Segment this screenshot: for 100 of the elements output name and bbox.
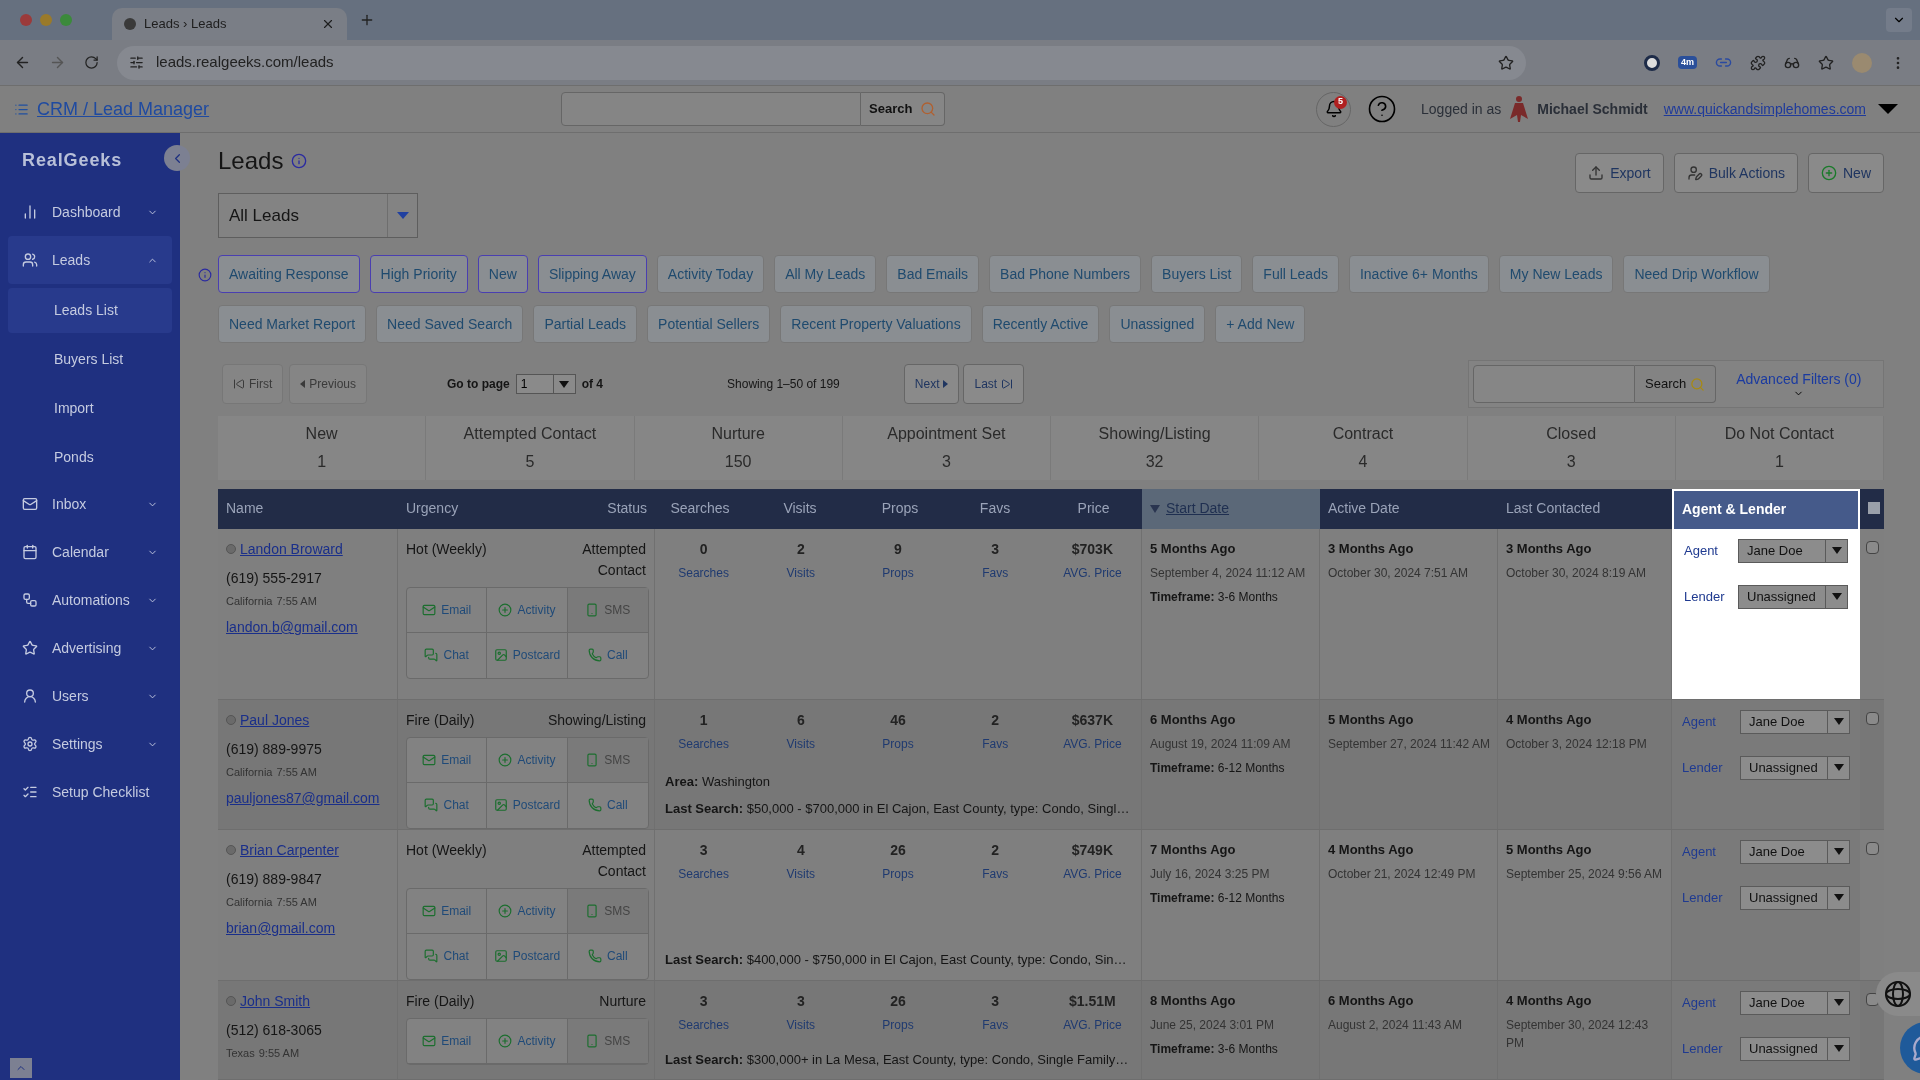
stage-summary[interactable]: Showing/Listing 32 xyxy=(1051,416,1260,480)
lead-action-button[interactable]: Chat xyxy=(407,933,488,979)
filter-chip[interactable]: Inactive 6+ Months xyxy=(1348,255,1489,293)
info-icon[interactable] xyxy=(198,268,212,282)
filter-chip[interactable]: New xyxy=(477,255,528,293)
lead-action-button[interactable]: Email xyxy=(407,1018,488,1064)
close-icon[interactable] xyxy=(321,17,335,31)
lead-action-button[interactable]: Call xyxy=(567,933,648,979)
lead-action-button[interactable]: Postcard xyxy=(487,782,568,828)
sidebar-item[interactable]: Setup Checklist xyxy=(8,768,172,816)
star-icon[interactable] xyxy=(1818,54,1834,71)
caret-icon[interactable] xyxy=(1878,104,1898,114)
sidebar-item[interactable]: Calendar xyxy=(8,528,172,576)
extension-badge[interactable]: 4m xyxy=(1678,55,1697,70)
stage-summary[interactable]: Nurture 150 xyxy=(634,416,843,480)
agent-select[interactable]: Jane Doe xyxy=(1740,990,1850,1015)
column-header[interactable]: Props xyxy=(855,489,945,529)
lead-action-button[interactable]: Activity xyxy=(487,888,568,934)
tab-list-icon[interactable] xyxy=(1886,8,1912,32)
action-button[interactable]: Export xyxy=(1575,153,1664,193)
lender-select[interactable]: Unassigned xyxy=(1740,1036,1850,1061)
bookmark-star-icon[interactable] xyxy=(1498,54,1514,71)
filter-chip[interactable]: My New Leads xyxy=(1498,255,1614,293)
filter-chip[interactable]: Need Saved Search xyxy=(376,305,524,343)
filter-chip[interactable]: Recently Active xyxy=(981,305,1100,343)
filter-chip[interactable]: Awaiting Response xyxy=(218,255,360,293)
lead-action-button[interactable]: Call xyxy=(567,782,648,828)
row-checkbox[interactable] xyxy=(1866,540,1879,554)
sidebar-item[interactable]: Users xyxy=(8,672,172,720)
filter-chip[interactable]: High Priority xyxy=(369,255,468,293)
reload-icon[interactable] xyxy=(84,55,99,70)
sidebar-item[interactable]: Settings xyxy=(8,720,172,768)
filter-chip[interactable]: + Add New xyxy=(1215,305,1306,343)
lead-name-link[interactable]: John Smith xyxy=(240,990,311,1012)
lead-name-link[interactable]: Brian Carpenter xyxy=(240,839,339,861)
filter-chip[interactable]: All My Leads xyxy=(774,255,877,293)
agent-select[interactable]: Jane Doe xyxy=(1740,839,1850,864)
sidebar-subitem[interactable]: Buyers List xyxy=(8,337,172,382)
column-header[interactable]: Last Contacted xyxy=(1498,489,1672,529)
help-icon[interactable] xyxy=(1367,94,1398,124)
column-header[interactable]: Active Date xyxy=(1320,489,1498,529)
email-link[interactable]: landon.b@gmail.com xyxy=(226,617,397,638)
filter-chip[interactable]: Full Leads xyxy=(1252,255,1339,293)
sidebar-item[interactable]: Leads xyxy=(8,236,172,284)
sidebar-subitem[interactable]: Ponds xyxy=(8,435,172,480)
search-button[interactable]: Search xyxy=(861,92,946,126)
filter-chip[interactable]: Recent Property Valuations xyxy=(780,305,972,343)
column-header[interactable]: Name xyxy=(218,489,398,529)
page-select[interactable]: 1 xyxy=(515,374,576,394)
filter-chip[interactable]: Bad Emails xyxy=(886,255,980,293)
app-title-link[interactable]: CRM / Lead Manager xyxy=(37,95,210,123)
advanced-filters-link[interactable]: Advanced Filters (0) xyxy=(1736,369,1862,399)
column-header[interactable]: Searches xyxy=(655,489,745,529)
password-icon[interactable] xyxy=(1644,54,1660,71)
lead-action-button[interactable]: Email xyxy=(407,888,488,934)
row-checkbox[interactable] xyxy=(1866,711,1879,725)
filter-chip[interactable]: Potential Sellers xyxy=(647,305,771,343)
column-header[interactable]: Favs xyxy=(945,489,1045,529)
new-tab-icon[interactable] xyxy=(359,12,375,28)
email-link[interactable]: pauljones87@gmail.com xyxy=(226,788,397,809)
search-field[interactable] xyxy=(561,92,862,126)
lead-name-link[interactable]: Landon Broward xyxy=(240,538,343,560)
site-settings-icon[interactable] xyxy=(129,55,144,70)
agent-select[interactable]: Jane Doe xyxy=(1738,538,1848,563)
lead-action-button[interactable]: Activity xyxy=(487,737,568,783)
collapse-sidebar-button[interactable] xyxy=(164,145,190,171)
lender-select[interactable]: Unassigned xyxy=(1738,584,1848,609)
lead-action-button[interactable]: Chat xyxy=(407,632,488,678)
lead-action-button[interactable]: Call xyxy=(567,632,648,678)
sidebar-item[interactable]: Advertising xyxy=(8,624,172,672)
filter-chip[interactable]: Activity Today xyxy=(656,255,765,293)
lead-action-button[interactable]: Activity xyxy=(487,587,568,633)
back-icon[interactable] xyxy=(14,54,31,71)
sidebar-subitem[interactable]: Import xyxy=(8,386,172,431)
filter-chip[interactable]: Bad Phone Numbers xyxy=(989,255,1142,293)
lender-select[interactable]: Unassigned xyxy=(1740,885,1850,910)
puzzle-icon[interactable] xyxy=(1750,54,1766,71)
stage-summary[interactable]: Do Not Contact 1 xyxy=(1675,416,1884,480)
lead-action-button[interactable]: Chat xyxy=(407,782,488,828)
search-field[interactable] xyxy=(1473,365,1635,403)
address-bar[interactable]: leads.realgeeks.com/leads xyxy=(117,45,1526,80)
stage-summary[interactable]: Appointment Set 3 xyxy=(842,416,1051,480)
action-button[interactable]: New xyxy=(1808,153,1884,193)
scroll-up-button[interactable] xyxy=(10,1058,32,1078)
agent-select[interactable]: Jane Doe xyxy=(1740,709,1850,734)
last-page-button[interactable]: Last xyxy=(963,364,1025,404)
stage-summary[interactable]: New 1 xyxy=(218,416,427,480)
select-all-checkbox[interactable] xyxy=(1868,502,1880,514)
filter-chip[interactable]: Need Drip Workflow xyxy=(1623,255,1770,293)
email-link[interactable]: brian@gmail.com xyxy=(226,918,397,939)
sidebar-subitem[interactable]: Leads List xyxy=(8,288,172,333)
filter-chip[interactable]: Buyers List xyxy=(1151,255,1243,293)
filter-chip[interactable]: Slipping Away xyxy=(537,255,647,293)
stage-summary[interactable]: Attempted Contact 5 xyxy=(426,416,635,480)
stage-summary[interactable]: Closed 3 xyxy=(1467,416,1676,480)
lender-select[interactable]: Unassigned xyxy=(1740,755,1850,780)
browser-tab[interactable]: Leads › Leads xyxy=(112,8,347,40)
search-button[interactable]: Search xyxy=(1635,365,1717,403)
row-checkbox[interactable] xyxy=(1866,841,1879,855)
lead-name-link[interactable]: Paul Jones xyxy=(240,709,310,731)
